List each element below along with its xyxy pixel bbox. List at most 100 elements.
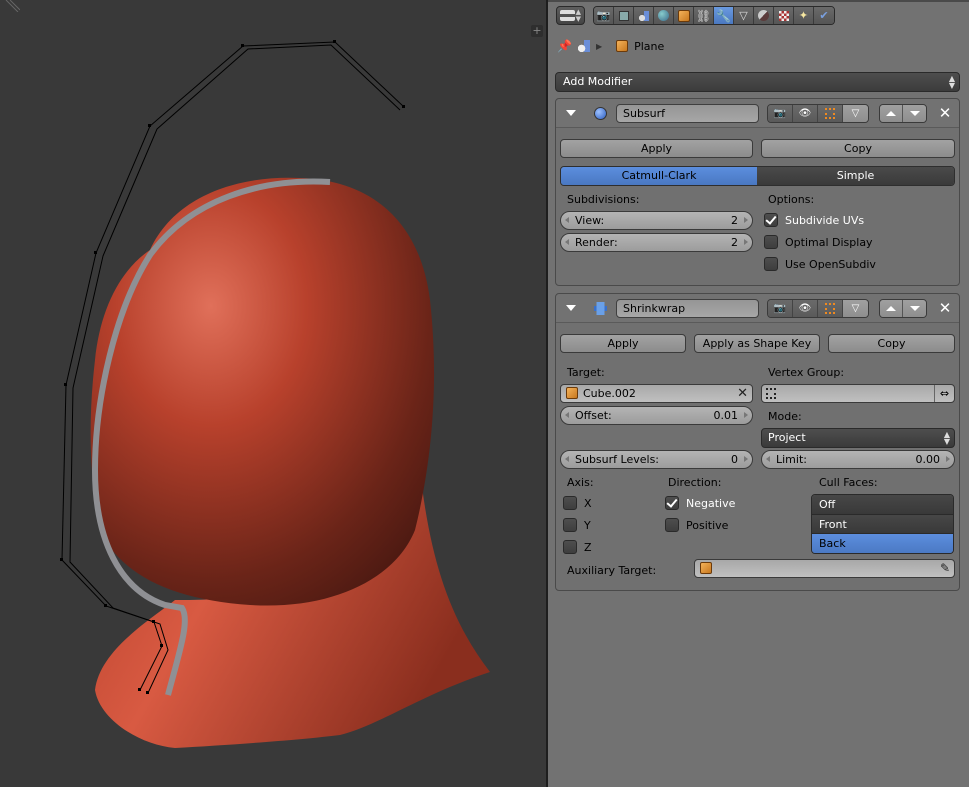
decrement-arrow-icon[interactable]: [565, 239, 569, 245]
subsurf-levels-field[interactable]: Subsurf Levels: 0: [560, 450, 753, 469]
viewport-toggle[interactable]: 👁: [793, 105, 818, 122]
target-field[interactable]: Cube.002 ✕: [560, 384, 753, 403]
axis-z-checkbox[interactable]: Z: [563, 540, 592, 554]
tab-world[interactable]: [654, 7, 674, 24]
tab-texture[interactable]: [774, 7, 794, 24]
tab-data[interactable]: ▽: [734, 7, 754, 24]
move-down-button[interactable]: [903, 300, 926, 317]
increment-arrow-icon[interactable]: [744, 217, 748, 223]
decrement-arrow-icon[interactable]: [565, 412, 569, 418]
subdivide-uvs-checkbox[interactable]: Subdivide UVs: [764, 213, 864, 227]
subdivision-type-selector: Catmull-Clark Simple: [560, 166, 955, 186]
subsurf-icon: [594, 107, 607, 120]
mesh-cage-icon: ▽: [851, 303, 860, 314]
cull-option-off[interactable]: Off: [812, 495, 953, 515]
move-buttons: [879, 104, 927, 123]
editmode-toggle[interactable]: [818, 105, 843, 122]
clear-target-close-icon[interactable]: ✕: [737, 385, 748, 402]
cull-option-front[interactable]: Front: [812, 514, 953, 534]
axis-label: Axis:: [567, 476, 594, 489]
scene-icon: [577, 40, 590, 52]
cage-toggle[interactable]: ▽: [843, 300, 868, 317]
apply-button[interactable]: Apply: [560, 334, 686, 353]
toolshelf-toggle-plus-icon[interactable]: +: [531, 25, 543, 37]
breadcrumb: 📌 ▶ Plane: [557, 37, 664, 55]
tab-modifiers[interactable]: 🔧: [714, 7, 734, 24]
editor-type-button[interactable]: ▲ ▼: [556, 6, 585, 25]
limit-label: Limit:: [776, 453, 807, 466]
use-opensubdiv-checkbox[interactable]: Use OpenSubdiv: [764, 257, 876, 271]
area-split-corner-icon[interactable]: [0, 0, 20, 12]
checkbox-checked-icon: [764, 213, 778, 227]
camera-icon: 📷: [773, 108, 787, 119]
axis-y-checkbox[interactable]: Y: [563, 518, 591, 532]
cull-faces-selector: Off Front Back: [811, 494, 954, 554]
cage-toggle[interactable]: ▽: [843, 105, 868, 122]
tab-render-layers[interactable]: [614, 7, 634, 24]
tab-physics[interactable]: ✔: [814, 7, 834, 24]
collapse-triangle-icon[interactable]: [566, 305, 576, 311]
apply-as-shape-key-button[interactable]: Apply as Shape Key: [694, 334, 820, 353]
3d-viewport[interactable]: +: [0, 0, 546, 787]
render-value: 2: [731, 236, 738, 249]
tab-object[interactable]: [674, 7, 694, 24]
offset-field[interactable]: Offset: 0.01: [560, 406, 753, 425]
copy-button[interactable]: Copy: [828, 334, 955, 353]
optimal-display-checkbox[interactable]: Optimal Display: [764, 235, 873, 249]
direction-negative-checkbox[interactable]: Negative: [665, 496, 735, 510]
tab-particles[interactable]: ✦: [794, 7, 814, 24]
limit-field[interactable]: Limit: 0.00: [761, 450, 955, 469]
cull-option-back[interactable]: Back: [812, 534, 953, 553]
increment-arrow-icon[interactable]: [744, 239, 748, 245]
checkbox-icon: [563, 518, 577, 532]
offset-value: 0.01: [713, 409, 739, 422]
axis-y-label: Y: [584, 518, 591, 532]
shrinkwrap-modifier-panel: Shrinkwrap 📷 👁 ▽ ✕ Apply Apply as Shape …: [555, 293, 960, 591]
mode-label: Mode:: [768, 410, 802, 423]
render-toggle[interactable]: 📷: [768, 105, 793, 122]
render-toggle[interactable]: 📷: [768, 300, 793, 317]
vertex-group-field[interactable]: ⇔: [761, 384, 955, 403]
tab-scene[interactable]: [634, 7, 654, 24]
tab-material[interactable]: [754, 7, 774, 24]
option-catmull-clark[interactable]: Catmull-Clark: [561, 167, 757, 185]
mesh-cage-icon: ▽: [851, 108, 860, 119]
invert-arrows-icon[interactable]: ⇔: [934, 385, 954, 402]
remove-modifier-close-icon[interactable]: ✕: [936, 299, 954, 318]
remove-modifier-close-icon[interactable]: ✕: [936, 104, 954, 123]
viewport-toggle[interactable]: 👁: [793, 300, 818, 317]
direction-positive-checkbox[interactable]: Positive: [665, 518, 728, 532]
increment-arrow-icon[interactable]: [744, 456, 748, 462]
decrement-arrow-icon[interactable]: [766, 456, 770, 462]
properties-header: ▲ ▼ 📷 ⛓ 🔧 ▽ ✦ ✔: [548, 2, 969, 29]
decrement-arrow-icon[interactable]: [565, 217, 569, 223]
eye-icon: 👁: [798, 108, 812, 119]
render-levels-field[interactable]: Render: 2: [560, 233, 753, 252]
tab-render[interactable]: 📷: [594, 7, 614, 24]
increment-arrow-icon[interactable]: [744, 412, 748, 418]
mode-dropdown[interactable]: Project ▲ ▼: [761, 428, 955, 448]
auxiliary-target-field[interactable]: ✎: [694, 559, 955, 578]
editmode-toggle[interactable]: [818, 300, 843, 317]
increment-arrow-icon[interactable]: [946, 456, 950, 462]
collapse-triangle-icon[interactable]: [566, 110, 576, 116]
move-up-button[interactable]: [880, 105, 903, 122]
object-cube-icon: [700, 562, 712, 574]
pin-icon[interactable]: 📌: [557, 39, 572, 53]
eyedropper-icon[interactable]: ✎: [940, 560, 950, 577]
modifier-name-field[interactable]: Shrinkwrap: [616, 299, 759, 318]
apply-button[interactable]: Apply: [560, 139, 753, 158]
tab-constraints[interactable]: ⛓: [694, 7, 714, 24]
axis-x-checkbox[interactable]: X: [563, 496, 592, 510]
view-levels-field[interactable]: View: 2: [560, 211, 753, 230]
decrement-arrow-icon[interactable]: [565, 456, 569, 462]
subsurf-modifier-panel: Subsurf 📷 👁 ▽ ✕ Apply Copy Catmull-Clark…: [555, 98, 960, 286]
add-modifier-dropdown[interactable]: Add Modifier ▲ ▼: [555, 72, 960, 92]
move-down-button[interactable]: [903, 105, 926, 122]
updown-arrows-icon: ▲ ▼: [943, 430, 950, 446]
modifier-name-field[interactable]: Subsurf: [616, 104, 759, 123]
move-up-button[interactable]: [880, 300, 903, 317]
option-simple[interactable]: Simple: [757, 167, 954, 185]
vertex-group-icon: [766, 388, 776, 399]
copy-button[interactable]: Copy: [761, 139, 955, 158]
